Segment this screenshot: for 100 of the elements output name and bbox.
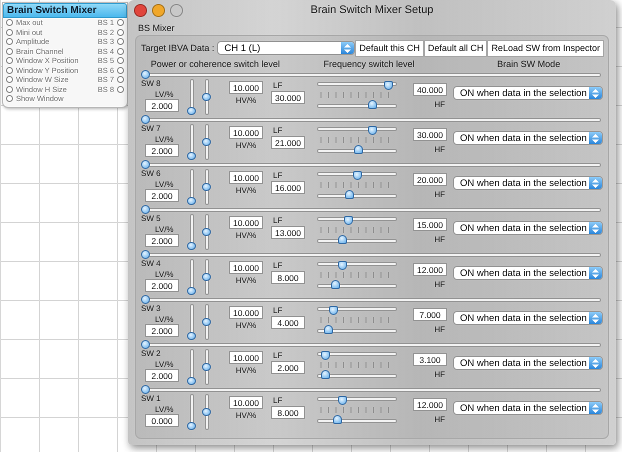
slider[interactable] <box>317 100 397 109</box>
vertical-slider[interactable] <box>202 349 211 385</box>
slider-thumb[interactable] <box>345 190 354 199</box>
slider-thumb[interactable] <box>384 81 394 90</box>
action-button[interactable]: Default this CH <box>355 40 424 56</box>
slider-thumb[interactable] <box>202 228 211 236</box>
hv-field[interactable]: 10.000 <box>229 261 263 274</box>
slider-thumb[interactable] <box>187 422 196 430</box>
vertical-slider[interactable] <box>202 124 211 160</box>
action-button[interactable]: ReLoad SW from Inspector <box>487 40 604 56</box>
vertical-slider[interactable] <box>187 124 196 160</box>
lf-field[interactable]: 13.000 <box>271 226 305 239</box>
hv-field[interactable]: 10.000 <box>229 396 263 409</box>
slider-thumb[interactable] <box>141 160 150 169</box>
mode-dropdown[interactable]: ON when data in the selection <box>453 266 603 280</box>
slider-thumb[interactable] <box>324 325 334 334</box>
lf-field[interactable]: 16.000 <box>271 181 305 194</box>
lv-field[interactable]: 2.000 <box>145 234 179 247</box>
slider[interactable] <box>317 306 397 315</box>
slider-thumb[interactable] <box>332 415 342 424</box>
slider-thumb[interactable] <box>354 145 363 154</box>
slider[interactable] <box>317 235 397 244</box>
slider-thumb[interactable] <box>338 261 348 270</box>
slider-thumb[interactable] <box>187 377 196 385</box>
slider-thumb[interactable] <box>187 152 196 160</box>
slider-thumb[interactable] <box>202 183 211 191</box>
hv-field[interactable]: 10.000 <box>229 306 263 319</box>
slider-thumb[interactable] <box>187 107 196 115</box>
mode-dropdown[interactable]: ON when data in the selection <box>453 356 603 370</box>
slider-thumb[interactable] <box>202 318 211 326</box>
slider[interactable] <box>141 115 601 124</box>
slider[interactable] <box>317 81 397 90</box>
slider-thumb[interactable] <box>329 306 338 315</box>
hv-field[interactable]: 10.000 <box>229 81 263 94</box>
hf-field[interactable]: 12.000 <box>413 263 447 276</box>
vertical-slider[interactable] <box>187 79 196 115</box>
mode-dropdown[interactable]: ON when data in the selection <box>453 401 603 415</box>
lf-field[interactable]: 4.000 <box>271 316 305 329</box>
close-button[interactable] <box>134 4 147 16</box>
lf-field[interactable]: 30.000 <box>271 91 305 104</box>
slider[interactable] <box>317 396 397 405</box>
mode-dropdown[interactable]: ON when data in the selection <box>453 131 603 145</box>
slider[interactable] <box>317 190 397 199</box>
lv-field[interactable]: 2.000 <box>145 99 179 112</box>
slider[interactable] <box>141 385 601 394</box>
slider[interactable] <box>317 280 397 289</box>
slider-thumb[interactable] <box>141 250 150 259</box>
slider-thumb[interactable] <box>187 242 196 250</box>
slider-thumb[interactable] <box>352 171 362 180</box>
hf-field[interactable]: 40.000 <box>413 83 447 96</box>
slider-thumb[interactable] <box>202 363 211 371</box>
minimize-button[interactable] <box>152 4 165 16</box>
lf-field[interactable]: 8.000 <box>271 271 305 284</box>
hv-field[interactable]: 10.000 <box>229 126 263 139</box>
hv-field[interactable]: 10.000 <box>229 351 263 364</box>
mode-dropdown[interactable]: ON when data in the selection <box>453 221 603 235</box>
slider-thumb[interactable] <box>141 70 150 79</box>
lv-field[interactable]: 2.000 <box>145 279 179 292</box>
vertical-slider[interactable] <box>202 79 211 115</box>
slider[interactable] <box>317 370 397 379</box>
hf-field[interactable]: 30.000 <box>413 128 447 141</box>
slider-thumb[interactable] <box>331 280 340 289</box>
slider-thumb[interactable] <box>338 235 348 244</box>
lv-field[interactable]: 0.000 <box>145 414 179 427</box>
slider-thumb[interactable] <box>141 115 150 124</box>
slider-thumb[interactable] <box>202 93 211 101</box>
vertical-slider[interactable] <box>202 259 211 295</box>
slider[interactable] <box>317 261 397 270</box>
lf-field[interactable]: 21.000 <box>271 136 305 149</box>
hf-field[interactable]: 3.100 <box>413 353 447 366</box>
slider-thumb[interactable] <box>338 396 348 405</box>
slider-thumb[interactable] <box>141 340 150 349</box>
vertical-slider[interactable] <box>187 169 196 205</box>
hf-field[interactable]: 15.000 <box>413 218 447 231</box>
slider[interactable] <box>317 126 397 135</box>
slider-thumb[interactable] <box>141 295 150 304</box>
slider[interactable] <box>317 216 397 225</box>
hv-field[interactable]: 10.000 <box>229 216 263 229</box>
hf-field[interactable]: 20.000 <box>413 173 447 186</box>
vertical-slider[interactable] <box>202 169 211 205</box>
slider-thumb[interactable] <box>368 126 378 135</box>
lv-field[interactable]: 2.000 <box>145 369 179 382</box>
vertical-slider[interactable] <box>187 304 196 340</box>
slider-thumb[interactable] <box>202 138 211 146</box>
slider-thumb[interactable] <box>187 332 196 340</box>
action-button[interactable]: Default all CH <box>424 40 488 56</box>
lf-field[interactable]: 8.000 <box>271 406 305 419</box>
vertical-slider[interactable] <box>187 349 196 385</box>
slider-thumb[interactable] <box>202 408 211 416</box>
mode-dropdown[interactable]: ON when data in the selection <box>453 86 603 100</box>
lv-field[interactable]: 2.000 <box>145 144 179 157</box>
slider[interactable] <box>317 351 397 360</box>
hv-field[interactable]: 10.000 <box>229 171 263 184</box>
lf-field[interactable]: 2.000 <box>271 361 305 374</box>
slider[interactable] <box>141 295 601 304</box>
vertical-slider[interactable] <box>202 394 211 430</box>
slider-thumb[interactable] <box>141 205 150 214</box>
mode-dropdown[interactable]: ON when data in the selection <box>453 176 603 190</box>
target-dropdown[interactable]: CH 1 (L) <box>217 41 356 55</box>
hf-field[interactable]: 7.000 <box>413 308 447 321</box>
